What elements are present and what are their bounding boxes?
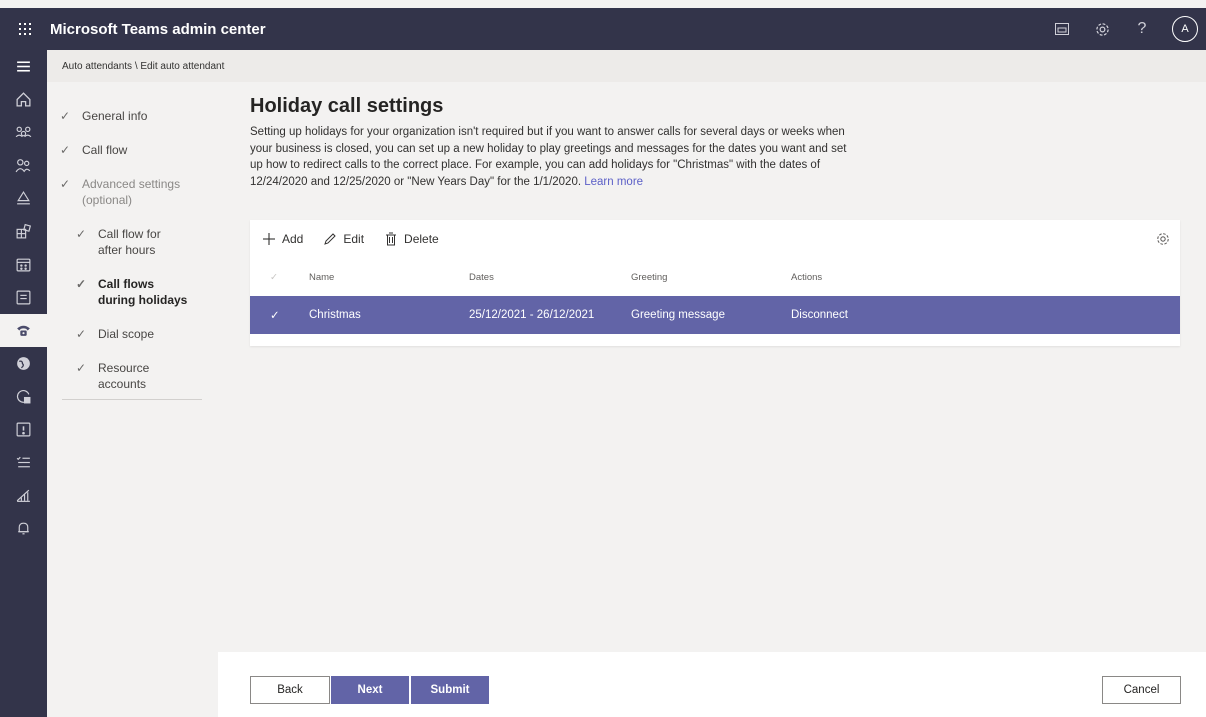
help-icon[interactable]: ?	[1132, 19, 1152, 39]
checkmark-icon: ✓	[76, 227, 87, 241]
description-text: Setting up holidays for your organizatio…	[250, 126, 847, 188]
checkmark-icon: ✓	[60, 177, 71, 191]
step-label-optional: (optional)	[82, 193, 133, 207]
home-icon[interactable]	[0, 83, 47, 116]
step-resource-accounts[interactable]: ✓ Resource accounts	[60, 360, 210, 392]
column-header-name[interactable]: Name	[309, 272, 469, 283]
column-header-dates[interactable]: Dates	[469, 272, 631, 283]
back-button[interactable]: Back	[250, 676, 330, 704]
voice-icon[interactable]	[0, 314, 47, 347]
step-label-line2: after hours	[98, 243, 156, 257]
delete-label: Delete	[404, 232, 439, 246]
column-header-actions[interactable]: Actions	[791, 272, 991, 283]
table-toolbar: Add Edit Delete	[250, 220, 1180, 258]
hamburger-menu-icon[interactable]	[0, 50, 47, 83]
next-button[interactable]: Next	[331, 676, 409, 704]
step-call-flow[interactable]: ✓ Call flow	[60, 142, 210, 158]
step-label: Dial scope	[98, 327, 155, 341]
left-navigation-rail	[0, 50, 47, 717]
holidays-table-card: Add Edit Delete ✓ Name Dates Greeting Ac…	[250, 220, 1180, 346]
table-header-row: ✓ Name Dates Greeting Actions	[250, 258, 1180, 296]
meetings-icon[interactable]	[0, 248, 47, 281]
cell-greeting: Greeting message	[631, 309, 725, 321]
cell-dates: 25/12/2021 - 26/12/2021	[469, 309, 595, 321]
cell-actions: Disconnect	[791, 309, 848, 321]
notifications-bell-icon[interactable]	[0, 512, 47, 545]
notifications-alerts-icon[interactable]	[0, 413, 47, 446]
checkmark-icon: ✓	[270, 271, 278, 283]
select-all-checkbox[interactable]: ✓	[250, 272, 309, 283]
learn-more-link[interactable]: Learn more	[584, 176, 643, 188]
step-label: General info	[82, 109, 148, 123]
page-description: Setting up holidays for your organizatio…	[250, 124, 860, 190]
plus-icon	[263, 233, 275, 245]
settings-icon[interactable]	[1092, 19, 1112, 39]
step-advanced-settings[interactable]: ✓ Advanced settings (optional)	[60, 176, 210, 208]
wizard-stepper: ✓ General info ✓ Call flow ✓ Advanced se…	[60, 108, 210, 410]
top-bar: Microsoft Teams admin center ? A	[0, 8, 1206, 50]
breadcrumb[interactable]: Auto attendants \ Edit auto attendant	[47, 50, 1206, 82]
locations-icon[interactable]	[0, 347, 47, 380]
delete-button[interactable]: Delete	[384, 232, 439, 246]
table-row[interactable]: ✓ Christmas 25/12/2021 - 26/12/2021 Gree…	[250, 296, 1180, 334]
apps-icon[interactable]	[0, 215, 47, 248]
submit-button[interactable]: Submit	[411, 676, 489, 704]
planning-icon[interactable]	[0, 446, 47, 479]
step-label-line2: accounts	[98, 377, 147, 391]
teams-icon[interactable]	[0, 116, 47, 149]
dashboard-icon[interactable]	[1052, 19, 1072, 39]
column-header-greeting[interactable]: Greeting	[631, 272, 791, 283]
step-general-info[interactable]: ✓ General info	[60, 108, 210, 124]
cell-name: Christmas	[309, 309, 361, 321]
main-content: Holiday call settings Setting up holiday…	[250, 95, 1180, 190]
devices-icon[interactable]	[0, 182, 47, 215]
checkmark-icon: ✓	[76, 361, 87, 375]
avatar[interactable]: A	[1172, 16, 1198, 42]
checkmark-icon: ✓	[270, 310, 280, 322]
step-dial-scope[interactable]: ✓ Dial scope	[60, 326, 210, 342]
messaging-policies-icon[interactable]	[0, 281, 47, 314]
step-label: Call flow	[82, 143, 128, 157]
step-label: Call flow for	[98, 227, 161, 241]
analytics-reports-icon[interactable]	[0, 479, 47, 512]
step-call-flows-during-holidays[interactable]: ✓ Call flows during holidays	[60, 276, 210, 308]
checkmark-icon: ✓	[60, 109, 71, 123]
step-label: Advanced settings	[82, 177, 181, 191]
checkmark-icon: ✓	[60, 143, 71, 157]
checkmark-icon: ✓	[76, 277, 87, 291]
step-label: Resource	[98, 361, 150, 375]
page-title: Holiday call settings	[250, 95, 444, 117]
footer-bar: Back Next Submit Cancel	[218, 652, 1206, 717]
pencil-icon	[324, 233, 337, 245]
edit-label: Edit	[343, 232, 365, 246]
edit-button[interactable]: Edit	[323, 232, 364, 246]
row-checkbox[interactable]: ✓	[250, 308, 309, 322]
app-title: Microsoft Teams admin center	[50, 20, 266, 38]
step-call-flow-after-hours[interactable]: ✓ Call flow for after hours	[60, 226, 210, 258]
app-launcher-icon[interactable]	[0, 8, 50, 50]
add-button[interactable]: Add	[262, 232, 303, 246]
step-label: Call flows	[98, 277, 155, 291]
add-label: Add	[282, 232, 304, 246]
table-settings-icon[interactable]	[1156, 232, 1170, 251]
trash-icon	[386, 232, 397, 246]
cancel-button[interactable]: Cancel	[1102, 676, 1181, 704]
checkmark-icon: ✓	[76, 327, 87, 341]
step-label-line2: during holidays	[98, 293, 188, 307]
stepper-divider	[62, 399, 202, 400]
users-icon[interactable]	[0, 149, 47, 182]
policy-packages-icon[interactable]	[0, 380, 47, 413]
